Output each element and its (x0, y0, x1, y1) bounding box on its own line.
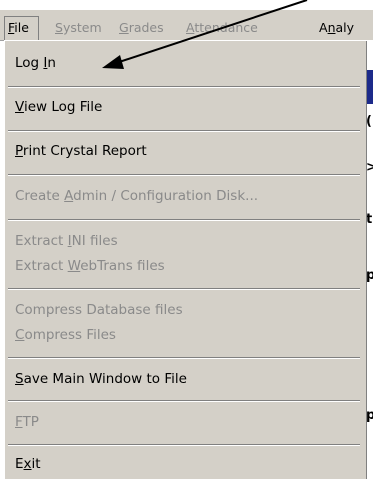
menu-item-save-main-window[interactable]: Save Main Window to File (15, 369, 187, 389)
menu-separator (8, 400, 360, 402)
menu-item-text: Extract (15, 258, 68, 274)
menu-item-ftp[interactable]: FTP (15, 412, 39, 432)
menu-separator (8, 86, 360, 88)
menu-grades-mnemonic: G (119, 20, 129, 35)
menu-attendance-rest: ttendance (194, 20, 258, 35)
menu-item-exit[interactable]: Exit (15, 454, 41, 474)
menu-item-text: iew Log File (23, 99, 103, 115)
menu-analysis-mnemonic: n (327, 20, 336, 35)
background-text-fragment: > (366, 160, 373, 175)
menu-item-text: ave Main Window to File (23, 371, 187, 387)
menu-item-print-crystal-report[interactable]: Print Crystal Report (15, 141, 147, 161)
menu-item-text: ompress Files (24, 327, 116, 343)
menu-item-text: dmin / Configuration Disk... (73, 188, 259, 204)
menu-item-text: Compress Database files (15, 302, 183, 318)
menu-item-mnemonic: x (23, 456, 32, 472)
menu-item-text: rint Crystal Report (22, 143, 147, 159)
menu-item-view-log-file[interactable]: View Log File (15, 97, 102, 117)
menu-item-create-admin-disk[interactable]: Create Admin / Configuration Disk... (15, 186, 258, 206)
menu-item-text: Log (15, 55, 44, 71)
menu-separator (8, 288, 360, 290)
menu-system-rest: ystem (62, 20, 102, 35)
menu-separator (8, 357, 360, 359)
menu-separator (8, 219, 360, 221)
menu-file-rest: ile (14, 20, 29, 35)
menu-item-log-in[interactable]: Log In (15, 53, 56, 73)
menu-separator (8, 444, 360, 446)
menu-grades-rest: rades (128, 20, 164, 35)
menu-item-text: E (15, 456, 24, 472)
menu-separator (8, 174, 360, 176)
menu-item-mnemonic: W (67, 258, 81, 274)
menu-item-text: NI files (71, 233, 118, 249)
menu-item-mnemonic: P (15, 143, 23, 159)
menu-item-mnemonic: F (15, 414, 23, 430)
menu-bar: File System Grades Attendance Analy (0, 10, 373, 41)
background-text-fragment: p (366, 408, 373, 423)
menu-analysis-pre: A (319, 20, 328, 35)
background-text-fragment: p (366, 268, 373, 283)
menu-item-extract-webtrans-files[interactable]: Extract WebTrans files (15, 256, 165, 276)
menu-item-mnemonic: V (15, 99, 24, 115)
menu-file[interactable]: File (8, 19, 29, 37)
menu-grades[interactable]: Grades (119, 19, 164, 37)
file-dropdown-menu: Log In View Log File Print Crystal Repor… (4, 40, 367, 479)
menu-item-compress-files[interactable]: Compress Files (15, 325, 116, 345)
menu-item-text: it (31, 456, 41, 472)
menu-item-text: Extract (15, 233, 68, 249)
menu-analysis[interactable]: Analy (319, 19, 354, 37)
menu-separator (8, 130, 360, 132)
menu-item-compress-database-files[interactable]: Compress Database files (15, 300, 183, 320)
menu-item-text: ebTrans files (80, 258, 165, 274)
menu-item-mnemonic: A (64, 188, 74, 204)
menu-item-text: Create (15, 188, 65, 204)
menu-system-mnemonic: S (55, 20, 63, 35)
menu-item-text: TP (22, 414, 39, 430)
menu-item-mnemonic: S (15, 371, 24, 387)
background-text-fragment: t (366, 212, 373, 227)
menu-item-text: n (47, 55, 56, 71)
menu-attendance[interactable]: Attendance (186, 19, 258, 37)
menu-system[interactable]: System (55, 19, 102, 37)
menu-item-extract-ini-files[interactable]: Extract INI files (15, 231, 118, 251)
background-text-fragment: ( (366, 114, 372, 129)
menu-analysis-rest: aly (335, 20, 355, 35)
background-window-titlebar (366, 70, 373, 104)
